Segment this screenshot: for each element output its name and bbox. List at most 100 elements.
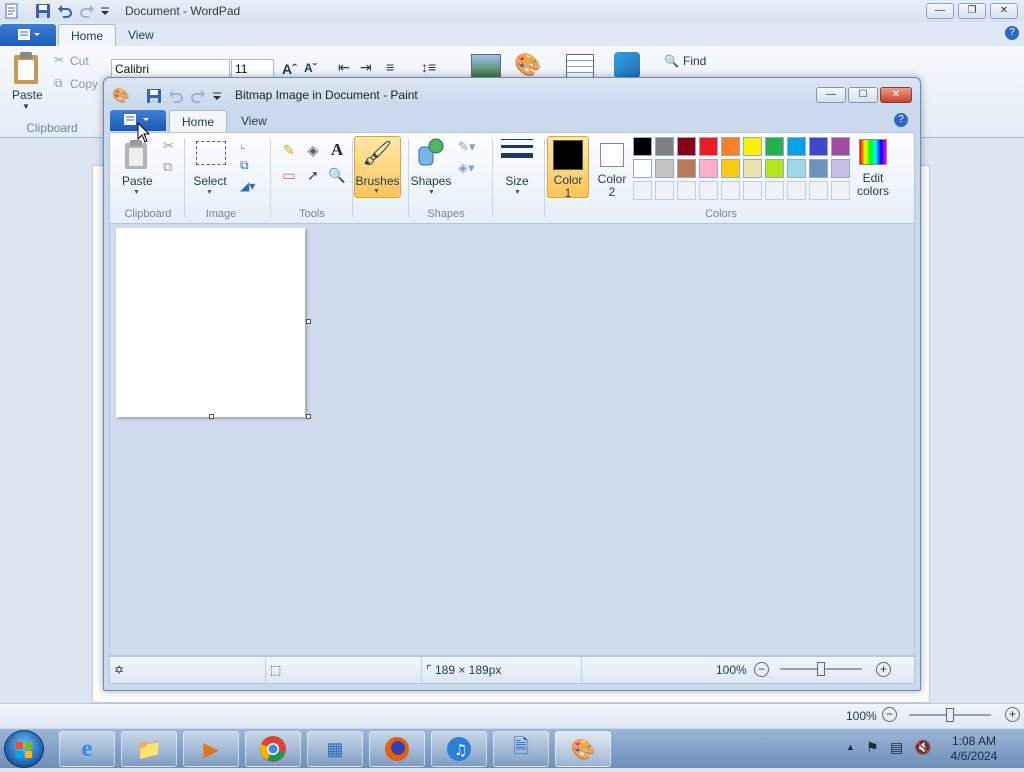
taskbar-media-player[interactable]: ▶	[183, 731, 239, 767]
palette-custom-slot[interactable]	[633, 181, 652, 200]
shapes-label[interactable]: Shapes	[408, 175, 454, 188]
paint-zoom-thumb[interactable]	[817, 662, 825, 676]
paint-zoom-out-icon[interactable]: −	[754, 662, 769, 677]
save-icon[interactable]	[35, 3, 51, 19]
palette-swatch[interactable]	[787, 159, 806, 178]
undo-icon[interactable]	[57, 3, 73, 19]
paint-tab-view[interactable]: View	[229, 110, 279, 132]
paste-chevron-icon[interactable]: ▼	[133, 189, 140, 196]
paint-paste-label[interactable]: Paste	[122, 175, 153, 188]
palette-swatch[interactable]	[633, 159, 652, 178]
paint-maximize-button[interactable]: ☐	[848, 87, 878, 103]
paint-zoom-in-icon[interactable]: +	[876, 662, 891, 677]
paint-tab-home[interactable]: Home	[169, 110, 228, 132]
palette-swatch[interactable]	[831, 159, 850, 178]
zoom-out-icon[interactable]: −	[882, 707, 897, 722]
select-label[interactable]: Select	[192, 175, 228, 188]
wordpad-zoom-thumb[interactable]	[946, 708, 954, 722]
palette-swatch[interactable]	[677, 159, 696, 178]
qat-customize-icon[interactable]	[99, 3, 115, 19]
show-hidden-icons-icon[interactable]: ▲	[846, 742, 855, 752]
wordpad-copy-label[interactable]: Copy	[70, 77, 98, 91]
color1-button[interactable]: Color 1	[547, 136, 589, 200]
paint-drawing-icon[interactable]: 🎨	[514, 52, 541, 78]
decrease-indent-icon[interactable]: ⇤	[338, 59, 350, 76]
paint-undo-icon[interactable]	[168, 88, 184, 107]
system-clock[interactable]: 1:08 AM 4/6/2024	[942, 734, 1006, 764]
palette-swatch[interactable]	[633, 137, 652, 156]
insert-picture-icon[interactable]	[471, 54, 501, 78]
palette-custom-slot[interactable]	[831, 181, 850, 200]
brushes-button[interactable]: 🖌 Brushes ▼	[354, 136, 401, 198]
chevron-down-icon[interactable]: ▼	[22, 102, 30, 111]
date-time-icon[interactable]	[566, 54, 594, 78]
canvas-resize-handle-corner[interactable]	[306, 414, 311, 419]
fill-icon[interactable]: ◈	[302, 139, 324, 161]
palette-custom-slot[interactable]	[787, 181, 806, 200]
drawing-canvas[interactable]	[116, 228, 305, 417]
palette-custom-slot[interactable]	[721, 181, 740, 200]
palette-swatch[interactable]	[655, 137, 674, 156]
pencil-icon[interactable]: ✎	[278, 139, 300, 161]
wordpad-close-button[interactable]: ✕	[990, 3, 1018, 19]
palette-swatch[interactable]	[721, 137, 740, 156]
paint-canvas-area[interactable]	[109, 224, 915, 656]
taskbar-control-panel[interactable]: ▦	[307, 731, 363, 767]
size-chevron-icon[interactable]: ▼	[514, 189, 521, 196]
volume-muted-icon[interactable]: 🔇	[914, 739, 931, 756]
font-family-select[interactable]: Calibri	[111, 59, 230, 79]
shapes-icon[interactable]	[416, 137, 446, 167]
text-icon[interactable]: A	[326, 139, 348, 161]
wordpad-tab-home[interactable]: Home	[58, 24, 117, 46]
palette-custom-slot[interactable]	[655, 181, 674, 200]
color2-button[interactable]: Color 2	[591, 136, 633, 199]
taskbar-wordpad[interactable]: 🗎	[493, 731, 549, 767]
select-chevron-icon[interactable]: ▼	[206, 189, 213, 196]
line-spacing-icon[interactable]: ↕≡	[421, 59, 436, 75]
taskbar-chrome[interactable]	[245, 731, 301, 767]
palette-swatch[interactable]	[743, 137, 762, 156]
network-icon[interactable]: ▤	[890, 739, 903, 756]
grow-font-icon[interactable]: Aˆ	[282, 61, 297, 77]
taskbar-internet-explorer[interactable]: e	[59, 731, 115, 767]
crop-icon[interactable]: ⌞	[240, 137, 246, 151]
resize-icon[interactable]: ⧉	[240, 158, 249, 173]
find-label[interactable]: Find	[683, 54, 706, 68]
palette-swatch[interactable]	[721, 159, 740, 178]
paint-redo-icon[interactable]	[190, 88, 206, 107]
paint-minimize-button[interactable]: —	[816, 87, 846, 103]
insert-object-icon[interactable]	[614, 52, 640, 78]
canvas-resize-handle-bottom[interactable]	[209, 414, 214, 419]
font-size-select[interactable]: 11	[231, 59, 274, 79]
canvas-resize-handle-right[interactable]	[306, 319, 311, 324]
help-icon[interactable]: ?	[1005, 26, 1019, 40]
wordpad-minimize-button[interactable]: —	[926, 3, 954, 19]
wordpad-paste-icon[interactable]	[10, 50, 44, 86]
edit-colors-button[interactable]: Edit colors	[854, 135, 892, 199]
palette-custom-slot[interactable]	[809, 181, 828, 200]
eraser-icon[interactable]: ▭	[278, 164, 300, 186]
wordpad-tab-view[interactable]: View	[116, 24, 166, 46]
palette-swatch[interactable]	[677, 137, 696, 156]
wordpad-paste-label[interactable]: Paste	[12, 88, 43, 102]
palette-swatch[interactable]	[743, 159, 762, 178]
start-button[interactable]	[4, 730, 44, 768]
palette-swatch[interactable]	[699, 159, 718, 178]
shape-fill-icon[interactable]: ◈▾	[458, 160, 475, 176]
taskbar-itunes[interactable]: ♫	[431, 731, 487, 767]
wordpad-menu-button[interactable]	[0, 24, 56, 46]
palette-swatch[interactable]	[831, 137, 850, 156]
size-icon[interactable]	[501, 139, 533, 165]
rotate-icon[interactable]: ◢▾	[240, 179, 255, 193]
binoculars-icon[interactable]: 🔍	[664, 54, 679, 68]
taskbar-paint[interactable]: 🎨	[555, 731, 611, 767]
palette-custom-slot[interactable]	[765, 181, 784, 200]
paint-app-icon[interactable]: 🎨	[112, 87, 129, 104]
bullet-list-icon[interactable]: ≡	[386, 59, 394, 75]
palette-swatch[interactable]	[765, 137, 784, 156]
palette-custom-slot[interactable]	[743, 181, 762, 200]
palette-swatch[interactable]	[809, 159, 828, 178]
palette-custom-slot[interactable]	[677, 181, 696, 200]
cut-icon[interactable]: ✂	[54, 53, 64, 67]
shapes-chevron-icon[interactable]: ▼	[428, 189, 435, 196]
